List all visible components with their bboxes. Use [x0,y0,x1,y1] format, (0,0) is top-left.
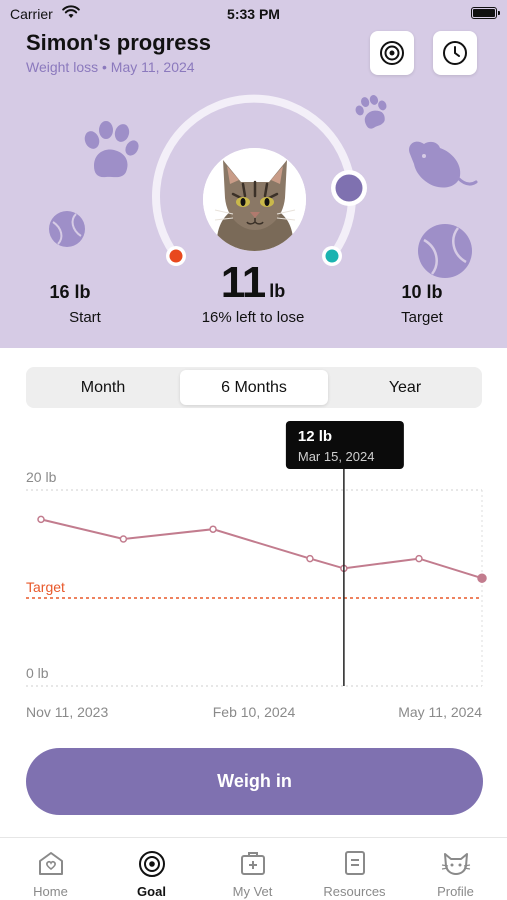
x-tick-label: Feb 10, 2024 [213,704,296,720]
current-weight-value: 11 [220,258,267,307]
data-point[interactable] [477,573,487,583]
vet-kit-icon [240,852,265,875]
tab-goal-label: Goal [137,884,166,899]
data-point[interactable] [119,535,128,543]
tab-my-vet[interactable]: My Vet [202,838,303,900]
pet-avatar [203,148,306,251]
tab-goal[interactable]: Goal [101,838,202,900]
tab-resources[interactable]: Resources [304,838,405,900]
tab-resources-label: Resources [323,884,386,899]
target-icon [138,851,165,877]
tab-home[interactable]: Home [0,838,101,900]
tab-6-months[interactable]: 6 Months [180,370,328,405]
remaining-caption: 16% left to lose [201,309,305,326]
weigh-in-button[interactable]: Weigh in [26,748,483,815]
progress-header: Carrier 5:33 PM Simon's progress Weight … [0,0,507,348]
start-weight-value: 16 lb [49,282,91,302]
tab-profile[interactable]: Profile [405,838,506,900]
tab-month[interactable]: Month [29,370,177,405]
tooltip-value: 12 lb [298,428,332,445]
tooltip-date: Mar 15, 2024 [298,449,375,464]
y-tick-label: 0 lb [26,665,49,681]
tab-profile-label: Profile [437,884,474,899]
x-tick-label: May 11, 2024 [398,704,482,720]
current-weight: 11 lb [153,258,353,308]
y-tick-label: 20 lb [26,469,57,485]
document-icon [344,851,365,875]
weight-series [37,515,487,583]
data-point[interactable] [37,515,45,524]
tab-home-label: Home [33,884,68,899]
data-point[interactable] [209,525,217,533]
current-weight-unit: lb [269,281,286,301]
range-selector: Month 6 Months Year [26,367,482,408]
target-line-label: Target [26,579,65,595]
cat-photo [203,148,306,251]
weight-chart[interactable]: 20 lb 0 lb Target 12 lb Mar 15, 2024 Nov… [0,415,507,730]
data-point[interactable] [415,554,423,563]
chart-tooltip: 12 lb Mar 15, 2024 [285,421,404,469]
target-weight-value: 10 lb [401,282,443,302]
x-tick-label: Nov 11, 2023 [26,704,108,720]
cat-face-icon [441,853,470,875]
tab-my-vet-label: My Vet [232,884,273,899]
tab-bar: Home Goal My Vet Resources Profile [0,837,507,900]
current-marker[interactable] [335,174,363,202]
series-line [40,518,483,580]
data-point[interactable] [306,554,314,563]
target-weight-label: Target [401,309,443,326]
home-heart-icon [38,852,63,875]
start-weight-label: Start [69,309,101,326]
tab-year[interactable]: Year [331,370,479,405]
